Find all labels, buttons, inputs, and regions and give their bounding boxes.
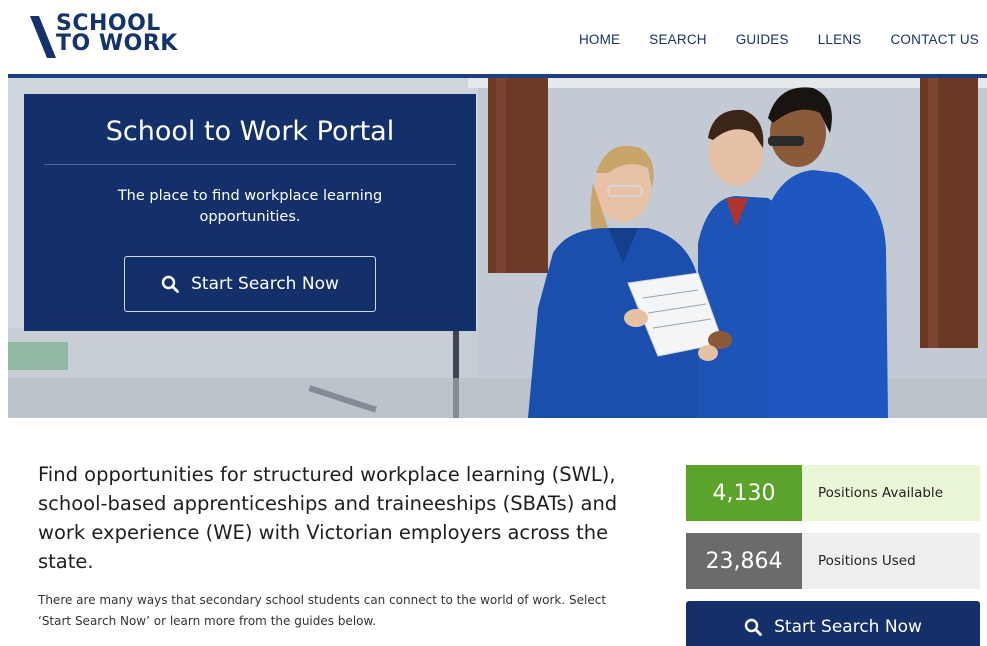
logo-line-2: TO WORK [56,31,178,56]
positions-used-label: Positions Used [802,533,980,589]
intro-heading: Find opportunities for structured workpl… [38,463,618,573]
site-logo[interactable]: SCHOOL TO WORK [30,13,190,60]
hero-subtitle: The place to find workplace learning opp… [117,188,383,225]
nav-contact-us[interactable]: CONTACT US [890,32,979,47]
intro-body: There are many ways that secondary schoo… [38,593,607,628]
start-search-button[interactable]: Start Search Now [686,601,980,646]
nav-home[interactable]: HOME [579,32,620,47]
hero-card: School to Work Portal The place to find … [24,94,476,331]
hero-start-search-label: Start Search Now [191,274,339,294]
hero-start-search-button[interactable]: Start Search Now [124,256,376,312]
nav-search[interactable]: SEARCH [649,32,706,47]
nav-guides[interactable]: GUIDES [736,32,789,47]
main-nav: HOME SEARCH GUIDES LLENS CONTACT US [550,32,979,47]
nav-llens[interactable]: LLENS [818,32,862,47]
hero-title: School to Work Portal [105,116,395,147]
hero-banner: School to Work Portal The place to find … [8,78,987,418]
start-search-label: Start Search Now [774,617,922,637]
logo-text: SCHOOL TO WORK [56,13,178,56]
search-icon [161,275,180,293]
logo-slash-icon [30,16,56,58]
positions-available-label: Positions Available [802,465,980,521]
site-header: SCHOOL TO WORK HOME SEARCH GUIDES LLENS … [0,0,987,76]
positions-available-value: 4,130 [686,465,802,521]
positions-used-value: 23,864 [686,533,802,589]
hero-card-divider [44,164,456,165]
positions-used-stat: 23,864 Positions Used [686,533,980,589]
search-icon [744,618,763,636]
positions-available-stat: 4,130 Positions Available [686,465,980,521]
